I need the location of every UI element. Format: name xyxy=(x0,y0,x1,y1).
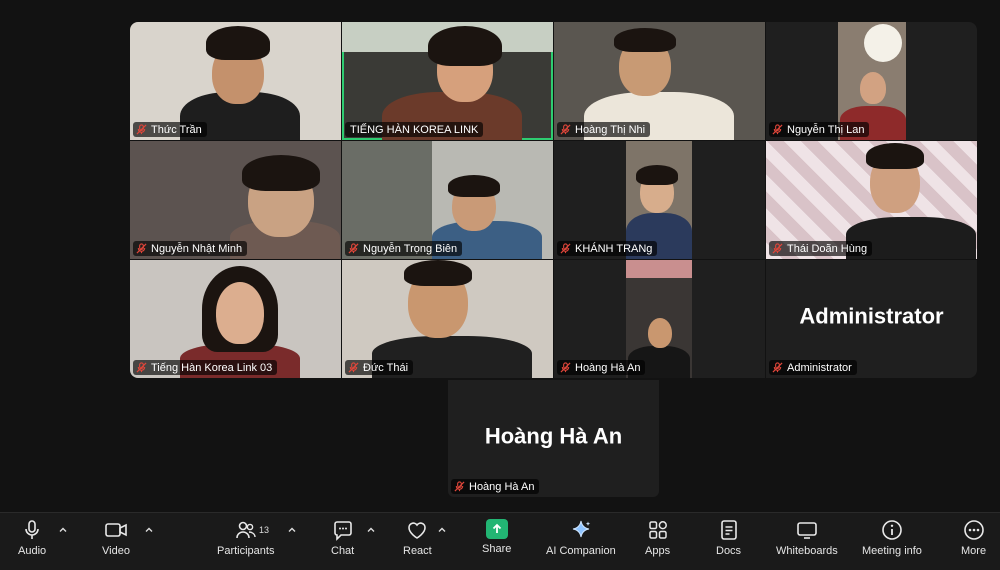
ai-companion-label: AI Companion xyxy=(546,545,616,557)
participant-nametag: Thái Doãn Hùng xyxy=(769,241,873,256)
microphone-icon xyxy=(25,520,39,539)
participant-name: Đức Thái xyxy=(363,361,409,374)
more-dots-icon xyxy=(963,520,984,540)
participant-tile[interactable]: Đức Thái xyxy=(342,260,553,378)
participants-label: Participants xyxy=(217,545,275,557)
participant-nametag: KHÁNH TRANg xyxy=(557,241,658,256)
participant-name: Nguyễn Trọng Biên xyxy=(363,242,458,255)
meeting-info-button[interactable]: Meeting info xyxy=(862,519,922,557)
more-label: More xyxy=(961,545,987,557)
mic-muted-icon xyxy=(454,481,465,492)
docs-label: Docs xyxy=(716,545,742,557)
chevron-up-icon[interactable] xyxy=(366,525,376,535)
participant-nametag: Hoàng Thị Nhi xyxy=(557,122,651,137)
audio-button[interactable]: Audio xyxy=(18,519,46,557)
video-stage: Thức Trần TIẾNG HÀN KOREA LINK Hoàng Thị… xyxy=(0,0,1000,512)
participant-nametag: Thức Trần xyxy=(133,122,207,137)
mic-muted-icon xyxy=(772,243,783,254)
participant-tile[interactable]: Hoàng Thị Nhi xyxy=(554,22,765,140)
participant-name: Nguyễn Nhật Minh xyxy=(151,242,243,255)
participant-nametag: Đức Thái xyxy=(345,360,414,375)
share-button[interactable]: Share xyxy=(482,519,511,555)
whiteboard-icon xyxy=(797,522,817,539)
participant-tile-no-video[interactable]: Hoàng Hà An Hoàng Hà An xyxy=(448,380,659,497)
share-screen-icon xyxy=(485,519,508,539)
mic-muted-icon xyxy=(136,243,147,254)
participant-tile-active-speaker[interactable]: TIẾNG HÀN KOREA LINK xyxy=(342,22,553,140)
video-button[interactable]: Video xyxy=(102,519,130,557)
participant-nametag: TIẾNG HÀN KOREA LINK xyxy=(345,122,484,137)
participant-tile[interactable]: Hoàng Hà An xyxy=(554,260,765,378)
participant-tile[interactable]: Nguyễn Thị Lan xyxy=(766,22,977,140)
participant-tile[interactable]: KHÁNH TRANg xyxy=(554,141,765,259)
mic-muted-icon xyxy=(772,362,783,373)
react-label: React xyxy=(403,545,432,557)
sparkle-icon xyxy=(572,520,591,538)
chevron-up-icon[interactable] xyxy=(58,525,68,535)
participant-name: Hoàng Hà An xyxy=(575,361,641,374)
chevron-up-icon[interactable] xyxy=(437,525,447,535)
participant-nametag: Nguyễn Nhật Minh xyxy=(133,241,248,256)
more-button[interactable]: More xyxy=(961,519,986,557)
react-button[interactable]: React xyxy=(403,519,432,557)
participant-nametag: Administrator xyxy=(769,360,857,375)
chat-bubble-icon xyxy=(333,521,352,541)
participants-count: 13 xyxy=(259,525,270,535)
mic-muted-icon xyxy=(348,243,359,254)
participant-tile[interactable]: Thái Doãn Hùng xyxy=(766,141,977,259)
participant-name: Hoàng Thị Nhi xyxy=(575,123,646,136)
document-icon xyxy=(720,520,737,540)
participant-name: KHÁNH TRANg xyxy=(575,242,653,255)
mic-muted-icon xyxy=(136,124,147,135)
video-camera-icon xyxy=(105,523,127,537)
participant-big-name: Hoàng Hà An xyxy=(484,422,623,448)
mic-muted-icon xyxy=(560,243,571,254)
participant-name: Thức Trần xyxy=(151,123,202,136)
participant-nametag: Hoàng Hà An xyxy=(451,479,540,494)
whiteboards-label: Whiteboards xyxy=(776,545,838,557)
chat-label: Chat xyxy=(331,545,355,557)
participant-nametag: Nguyễn Thị Lan xyxy=(769,122,870,137)
participant-name: Administrator xyxy=(787,361,852,374)
participant-nametag: Tiếng Hàn Korea Link 03 xyxy=(133,360,278,375)
heart-icon xyxy=(408,522,427,539)
share-label: Share xyxy=(482,543,512,555)
mic-muted-icon xyxy=(560,362,571,373)
chevron-up-icon[interactable] xyxy=(287,525,297,535)
participant-big-name: Administrator xyxy=(799,303,944,329)
mic-muted-icon xyxy=(772,124,783,135)
participant-tile[interactable]: Nguyễn Nhật Minh xyxy=(130,141,341,259)
participant-name: Tiếng Hàn Korea Link 03 xyxy=(151,361,273,374)
audio-label: Audio xyxy=(18,545,47,557)
participant-nametag: Hoàng Hà An xyxy=(557,360,646,375)
participant-nametag: Nguyễn Trọng Biên xyxy=(345,241,463,256)
meeting-toolbar: Audio Video Participants 13 Chat React S… xyxy=(0,512,1000,570)
participant-name: Nguyễn Thị Lan xyxy=(787,123,865,136)
video-label: Video xyxy=(102,545,130,557)
mic-muted-icon xyxy=(136,362,147,373)
participant-grid: Thức Trần TIẾNG HÀN KOREA LINK Hoàng Thị… xyxy=(130,22,977,378)
participants-icon xyxy=(235,521,256,539)
chat-button[interactable]: Chat xyxy=(331,519,354,557)
info-icon xyxy=(882,520,902,540)
chevron-up-icon[interactable] xyxy=(144,525,154,535)
apps-button[interactable]: Apps xyxy=(645,519,670,557)
participant-name: TIẾNG HÀN KOREA LINK xyxy=(350,123,479,136)
apps-icon xyxy=(648,521,667,539)
participant-tile-no-video[interactable]: Administrator Administrator xyxy=(766,260,977,378)
participant-name: Hoàng Hà An xyxy=(469,480,535,493)
docs-button[interactable]: Docs xyxy=(716,519,741,557)
participant-tile[interactable]: Nguyễn Trọng Biên xyxy=(342,141,553,259)
apps-label: Apps xyxy=(645,545,671,557)
participant-tile[interactable]: Tiếng Hàn Korea Link 03 xyxy=(130,260,341,378)
whiteboards-button[interactable]: Whiteboards xyxy=(776,519,838,557)
mic-muted-icon xyxy=(348,362,359,373)
ai-companion-button[interactable]: AI Companion xyxy=(546,519,616,557)
meeting-info-label: Meeting info xyxy=(862,545,922,557)
mic-muted-icon xyxy=(560,124,571,135)
participant-name: Thái Doãn Hùng xyxy=(787,242,868,255)
participant-tile[interactable]: Thức Trần xyxy=(130,22,341,140)
